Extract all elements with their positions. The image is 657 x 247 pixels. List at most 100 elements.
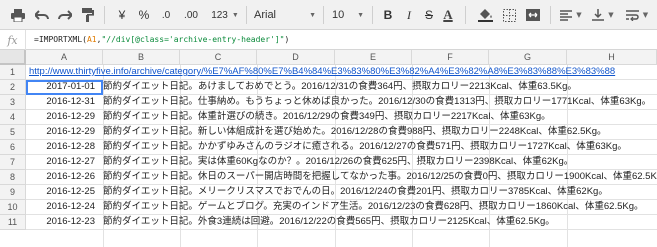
row-header[interactable]: 3 [0, 95, 26, 110]
paint-format-icon[interactable] [78, 4, 98, 26]
column-header-g[interactable]: G [489, 50, 567, 65]
merge-cells-icon[interactable] [522, 4, 544, 26]
more-formats-label: 123 [211, 9, 228, 21]
formula-input[interactable]: =IMPORTXML(A1,"//div[@class='archive-ent… [34, 30, 289, 50]
chevron-down-icon: ▼ [309, 11, 316, 19]
italic-button[interactable]: I [402, 4, 416, 26]
selected-cell-outline [26, 80, 103, 95]
text-wrap-icon [625, 9, 639, 21]
row-header[interactable]: 1 [0, 65, 26, 80]
spreadsheet-grid: A B C D E F G H 1 http://www.thirtyfive.… [0, 50, 657, 247]
redo-icon[interactable] [55, 4, 75, 26]
column-header-e[interactable]: E [335, 50, 412, 65]
date-cell[interactable]: 2016-12-29 [26, 125, 98, 140]
formula-close: ) [284, 35, 290, 44]
toolbar: ¥ % .0 .00 123 ▼ Arial ▼ 10 ▼ B I S A ▼ ▼ ▼ [0, 0, 657, 30]
title-cell[interactable]: 節約ダイエット日記。体重計選びの続き。2016/12/29の食費349円、摂取カ… [103, 110, 551, 125]
url-cell[interactable]: http://www.thirtyfive.info/archive/categ… [29, 65, 615, 80]
select-all-corner[interactable] [0, 50, 26, 65]
decrease-decimal-button[interactable]: .0 [156, 4, 176, 26]
date-cell[interactable]: 2016-12-29 [26, 110, 98, 125]
column-header-b[interactable]: B [103, 50, 180, 65]
chevron-down-icon: ▼ [576, 11, 582, 19]
column-header-c[interactable]: C [180, 50, 257, 65]
row-header[interactable]: 4 [0, 110, 26, 125]
more-formats-button[interactable]: 123 ▼ [207, 4, 243, 26]
chevron-down-icon: ▼ [231, 11, 239, 19]
column-header-f[interactable]: F [412, 50, 489, 65]
separator [323, 6, 324, 24]
date-cell[interactable]: 2016-12-27 [26, 155, 98, 170]
bold-button[interactable]: B [380, 4, 396, 26]
font-family-select[interactable]: Arial ▼ [250, 4, 320, 26]
fx-icon: fx [0, 30, 26, 50]
strikethrough-button[interactable]: S [422, 4, 436, 26]
title-cell[interactable]: 節約ダイエット日記。仕事納め。もうちょっと休めば良かった。2016/12/30の… [103, 95, 651, 110]
align-bottom-icon [592, 9, 605, 21]
percent-button[interactable]: % [136, 4, 152, 26]
text-color-icon: A [443, 7, 453, 22]
table-row: 2016-12-29 節約ダイエット日記。新しい体組成計を選び始めた。2016/… [26, 125, 657, 140]
vertical-align-button[interactable]: ▼ [590, 4, 616, 26]
font-family-value: Arial [254, 9, 277, 21]
fill-color-icon[interactable] [474, 4, 496, 26]
title-cell[interactable]: 節約ダイエット日記。メリークリスマスでおでんの日。2016/12/24の食費20… [103, 185, 608, 200]
table-row: 2017-01-01 節約ダイエット日記。あけましておめでとう。2016/12/… [26, 80, 657, 95]
date-cell[interactable]: 2016-12-28 [26, 140, 98, 155]
formula-bar: fx =IMPORTXML(A1,"//div[@class='archive-… [0, 30, 657, 50]
title-cell[interactable]: 節約ダイエット日記。実は体重60Kgなのか？。2016/12/26の食費625円… [103, 155, 573, 170]
title-cell[interactable]: 節約ダイエット日記。休日のスーパー開店時間を把握してなかった事。2016/12/… [103, 170, 657, 185]
title-cell[interactable]: 節約ダイエット日記。外食3連続は回避。2016/12/22の食費565円、摂取カ… [103, 215, 555, 230]
align-left-icon [560, 9, 573, 21]
title-cell[interactable]: 節約ダイエット日記。かかずゆみさんのラジオに癒される。2016/12/27の食費… [103, 140, 627, 155]
separator [465, 6, 466, 24]
table-row: 2016-12-31 節約ダイエット日記。仕事納め。もうちょっと休めば良かった。… [26, 95, 657, 110]
font-size-select[interactable]: 10 ▼ [328, 4, 368, 26]
column-header-a[interactable]: A [26, 50, 103, 65]
font-size-value: 10 [332, 9, 345, 21]
table-row: http://www.thirtyfive.info/archive/categ… [26, 65, 657, 80]
chevron-down-icon: ▼ [642, 11, 649, 19]
row-header[interactable]: 11 [0, 215, 26, 230]
formula-cell-ref: A1 [86, 35, 97, 44]
table-row: 2016-12-25 節約ダイエット日記。メリークリスマスでおでんの日。2016… [26, 185, 657, 200]
separator [372, 6, 373, 24]
separator [246, 6, 247, 24]
row-header[interactable]: 8 [0, 170, 26, 185]
date-cell[interactable]: 2016-12-26 [26, 170, 98, 185]
table-row: 2016-12-28 節約ダイエット日記。かかずゆみさんのラジオに癒される。20… [26, 140, 657, 155]
increase-decimal-button[interactable]: .00 [178, 4, 204, 26]
row-header[interactable]: 7 [0, 155, 26, 170]
date-cell[interactable]: 2016-12-24 [26, 200, 98, 215]
borders-icon[interactable] [498, 4, 520, 26]
text-color-button[interactable]: A [440, 4, 456, 26]
row-header[interactable]: 9 [0, 185, 26, 200]
chevron-down-icon: ▼ [608, 11, 614, 19]
date-cell[interactable]: 2016-12-25 [26, 185, 98, 200]
column-header-d[interactable]: D [257, 50, 335, 65]
table-row: 2016-12-23 節約ダイエット日記。外食3連続は回避。2016/12/22… [26, 215, 657, 230]
row-header[interactable]: 6 [0, 140, 26, 155]
chevron-down-icon: ▼ [357, 11, 364, 19]
separator [550, 6, 551, 24]
row-header[interactable]: 5 [0, 125, 26, 140]
title-cell[interactable]: 節約ダイエット日記。あけましておめでとう。2016/12/31の食費364円、摂… [103, 80, 577, 95]
formula-xpath: "//div[@class='archive-entry-header']" [101, 35, 285, 44]
undo-icon[interactable] [32, 4, 52, 26]
text-wrap-button[interactable]: ▼ [622, 4, 652, 26]
column-header-h[interactable]: H [567, 50, 657, 65]
date-cell[interactable]: 2016-12-23 [26, 215, 98, 230]
title-cell[interactable]: 節約ダイエット日記。ゲームとブログ。充実のインドア生活。2016/12/23の食… [103, 200, 643, 215]
table-row: 2016-12-24 節約ダイエット日記。ゲームとブログ。充実のインドア生活。2… [26, 200, 657, 215]
currency-button[interactable]: ¥ [114, 4, 130, 26]
date-cell[interactable]: 2016-12-31 [26, 95, 98, 110]
formula-function: =IMPORTXML( [34, 35, 87, 44]
separator [104, 6, 105, 24]
table-row: 2016-12-29 節約ダイエット日記。体重計選びの続き。2016/12/29… [26, 110, 657, 125]
row-header[interactable]: 10 [0, 200, 26, 215]
horizontal-align-button[interactable]: ▼ [558, 4, 584, 26]
row-header[interactable]: 2 [0, 80, 26, 95]
table-row: 2016-12-27 節約ダイエット日記。実は体重60Kgなのか？。2016/1… [26, 155, 657, 170]
title-cell[interactable]: 節約ダイエット日記。新しい体組成計を選び始めた。2016/12/28の食費988… [103, 125, 607, 140]
print-icon[interactable] [8, 4, 28, 26]
